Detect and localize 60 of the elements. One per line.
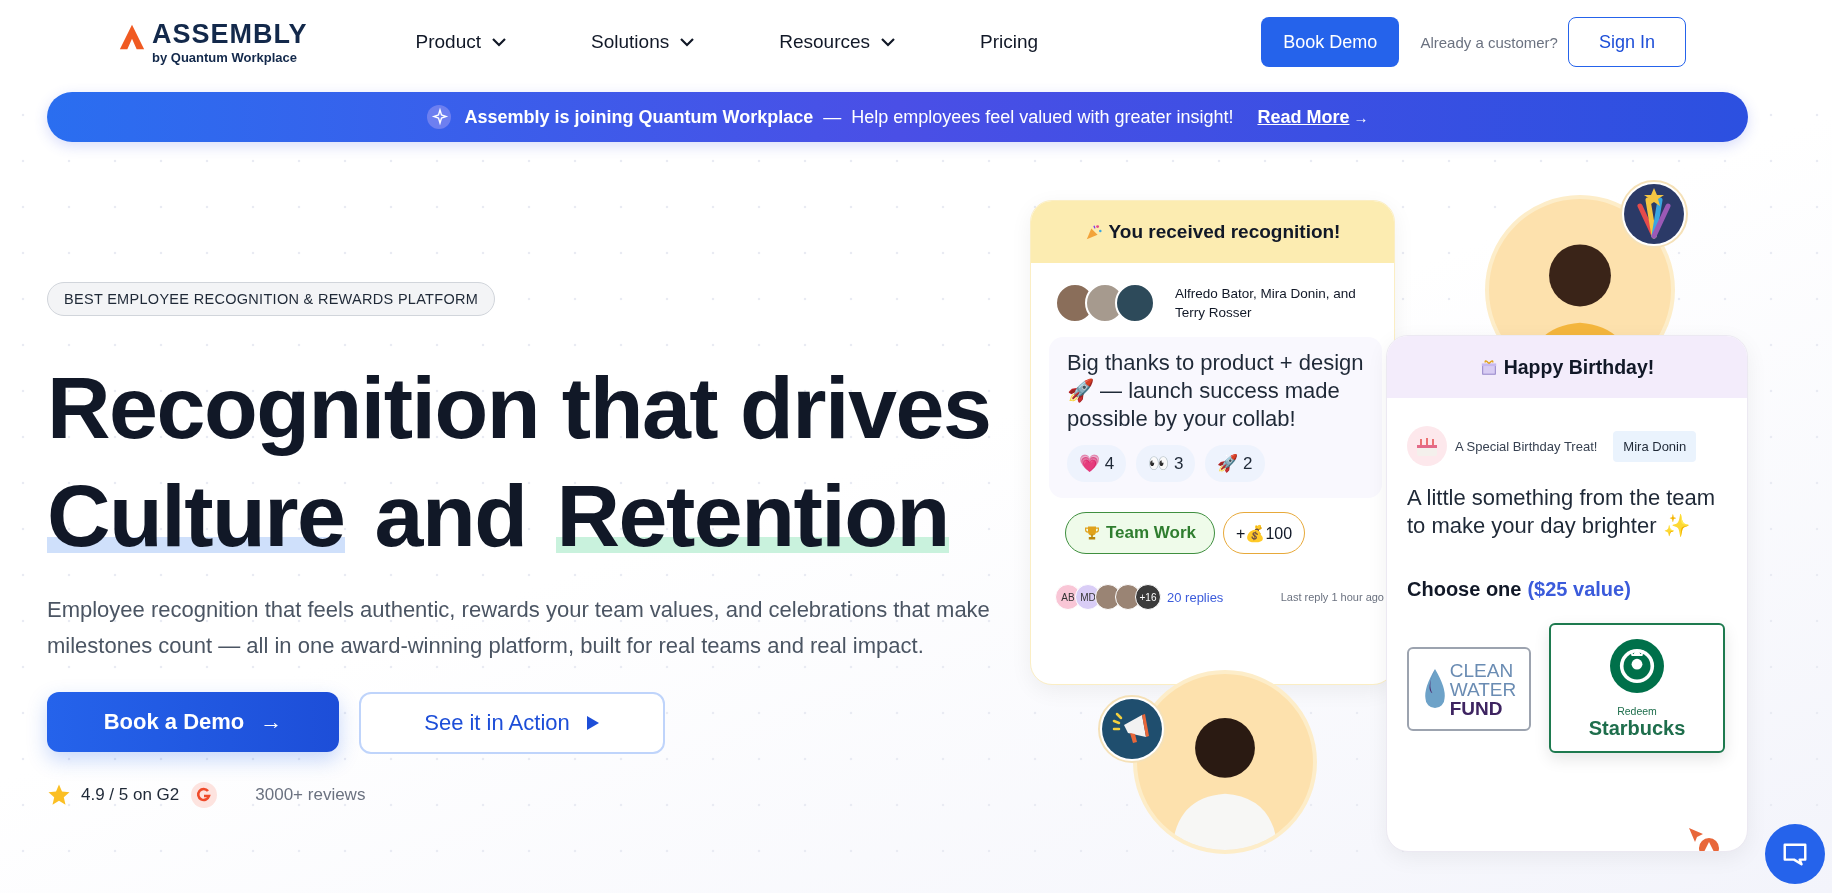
chat-icon [1781,840,1809,868]
logo-text: CLEAN [1449,660,1515,680]
reaction-chip[interactable]: 💗 4 [1067,445,1127,482]
reaction-chip[interactable]: 🚀 2 [1205,445,1265,482]
nav-link[interactable]: Resources [779,31,897,53]
value-note: ($25 value) [1527,578,1631,601]
rating-text: 4.9 / 5 on G2 [81,785,180,805]
see-it-in-action-button[interactable]: See it in Action [359,692,665,754]
cake-icon [1407,426,1447,466]
redeem-caption: Redeem [1617,705,1657,717]
play-icon [585,715,600,731]
sign-in-button[interactable]: Sign In [1567,17,1686,67]
read-more-link[interactable]: Read More [1257,106,1350,128]
party-popper-icon [1084,223,1103,241]
more-count-badge: +16 [1135,584,1161,610]
chevron-down-icon [679,37,696,47]
banner-message: Help employees feel valued with greater insight! [851,106,1234,128]
value-tag: Team Work [1065,512,1216,554]
hero-title: Recognition that drives [47,357,992,459]
chevron-down-icon [880,37,897,47]
logo-byline: by Quantum Workplace [152,49,298,65]
author-names: Alfredo Bator, Mira Donin, and Terry Rosser [1175,285,1357,322]
treat-label: A Special Birthday Treat! [1455,438,1598,454]
choose-label: Choose one [1407,578,1522,601]
book-demo-button[interactable]: Book Demo [1261,17,1400,67]
logo-text: WATER [1449,679,1517,699]
replies-link[interactable]: 20 replies [1167,589,1224,605]
gift-icon [1479,358,1498,376]
sparkle-icon [426,105,451,129]
recipient-chip: Mira Donin [1613,430,1697,462]
card-title: Happy Birthday! [1503,355,1655,379]
birthday-message: A little something from the team to make your day brighter ✨ [1407,484,1717,540]
banner-separator: — [823,106,842,128]
reviews-count: 3000+ reviews [255,785,366,805]
card-title: You received recognition! [1108,221,1341,243]
customer-prompt: Already a customer? [1420,33,1558,51]
chat-button[interactable] [1765,824,1825,884]
nav-link[interactable]: Solutions [591,31,696,53]
logo-text: FUND [1449,698,1504,718]
reaction-chip[interactable]: 👀 3 [1136,445,1196,482]
category-tag: BEST EMPLOYEE RECOGNITION & REWARDS PLATFORM [47,282,496,316]
nav-link[interactable]: Product [415,31,508,53]
reward-name: Starbucks [1588,717,1686,740]
book-a-demo-button[interactable]: Book a Demo → [47,692,339,752]
logo-wordmark[interactable]: ASSEMBLY [152,19,308,48]
trophy-icon [1084,525,1100,541]
arrow-right-icon: → [1353,108,1369,126]
nav-link[interactable]: Pricing [980,31,1039,53]
points-badge: +💰100 [1223,512,1306,554]
chevron-down-icon [491,37,508,47]
reward-option[interactable]: Redeem Starbucks [1549,623,1725,753]
banner-headline: Assembly is joining Quantum Workplace [464,106,814,128]
reward-option[interactable]: CLEAN WATER FUND [1407,647,1531,731]
hero-subtitle: Employee recognition that feels authentic, rewards your team values, and celebrations that make milestones count — all in one award-winning platform, built for real teams and real impact. [47,596,991,660]
star-icon [47,783,71,807]
last-reply-time: Last reply 1 hour ago [1280,591,1384,603]
emblem-icon [1610,639,1664,693]
g2-logo-icon [191,782,218,808]
recognition-message: Big thanks to product + design 🚀 — launch success made possible by your collab! [1067,349,1364,433]
hero-title: and [374,465,527,567]
